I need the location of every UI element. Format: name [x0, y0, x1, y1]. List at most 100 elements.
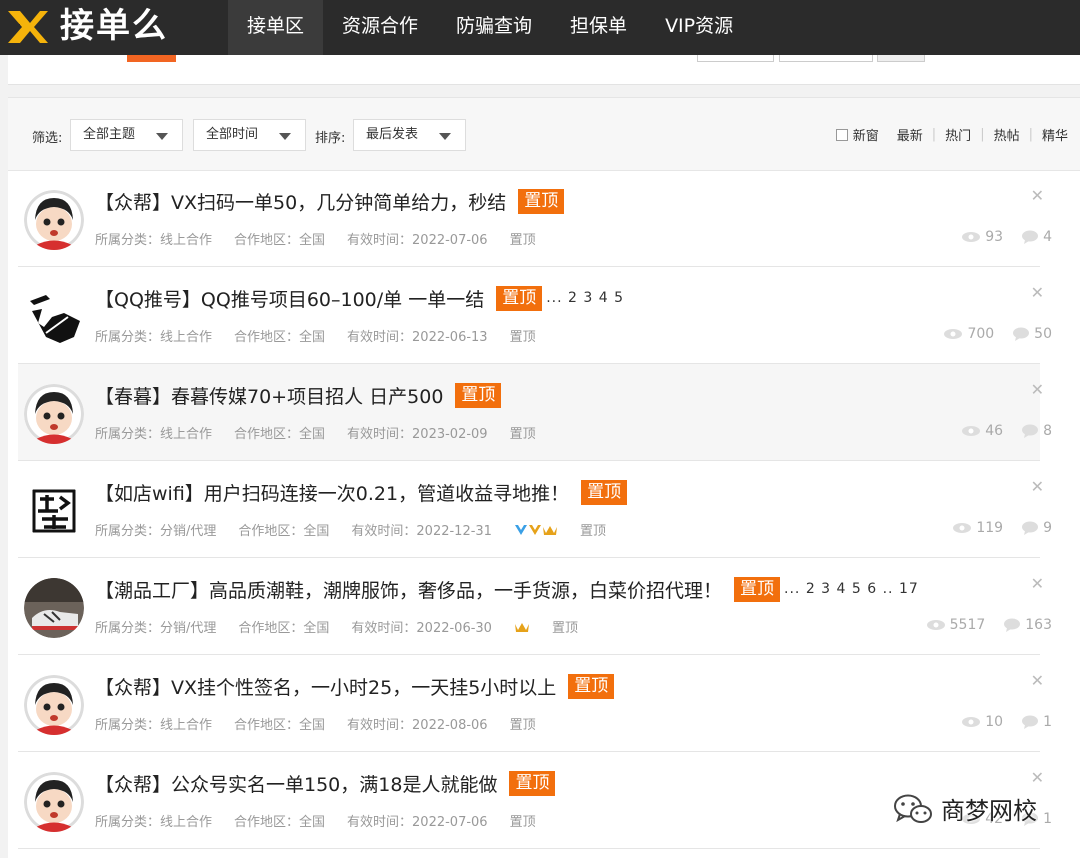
thread-title[interactable]: 【众帮】VX扫码一单50，几分钟简单给力，秒结 置顶 [95, 188, 565, 215]
reply-count: 1 [1043, 811, 1052, 827]
time-select[interactable]: 全部时间 [193, 119, 306, 151]
thread-title-text[interactable]: 【潮品工厂】高品质潮鞋，潮牌服饰，奢侈品，一手货源，白菜价招代理！ [95, 576, 722, 603]
link-hot[interactable]: 热门 [945, 125, 971, 144]
reply-count: 1 [1043, 714, 1052, 730]
nav-item-resources[interactable]: 资源合作 [323, 0, 437, 55]
thread-title[interactable]: 【众帮】VX挂个性签名，一小时25，一天挂5小时以上 置顶 [95, 673, 615, 700]
page-links[interactable]: ... 2 3 4 5 6 .. 17 [784, 581, 919, 597]
valid-time: 有效时间：2022-06-13 [347, 330, 488, 345]
table-row[interactable]: 【潮品工厂】高品质潮鞋，潮牌服饰，奢侈品，一手货源，白菜价招代理！ 置顶 ...… [18, 558, 1052, 655]
cartoon-boy-avatar[interactable] [24, 384, 84, 444]
thread-title-text[interactable]: 【众帮】VX挂个性签名，一小时25，一天挂5小时以上 [95, 673, 556, 700]
page-links[interactable]: ... 2 3 4 5 [546, 290, 624, 306]
pinned-badge: 置顶 [734, 576, 781, 602]
table-row[interactable]: 【众帮】公众号实名一单150，满18是人就能做 置顶 所属分类：线上合作 合作地… [18, 752, 1052, 849]
thread-title[interactable]: 【如店wifi】用户扫码连接一次0.21，管道收益寻地推！ 置顶 [95, 479, 628, 506]
chevron-down-icon [279, 133, 291, 140]
region: 合作地区：全国 [234, 427, 326, 442]
close-icon[interactable]: ✕ [1031, 574, 1044, 593]
cartoon-boy-avatar[interactable] [24, 675, 84, 735]
thread-title-text[interactable]: 【QQ推号】QQ推号项目60–100/单 一单一结 [95, 285, 484, 312]
sort-select[interactable]: 最后发表 [353, 119, 466, 151]
comment-icon [1004, 618, 1021, 632]
topic-select-value: 全部主题 [83, 127, 136, 142]
close-icon[interactable]: ✕ [1031, 283, 1044, 302]
valid-time: 有效时间：2022-07-06 [347, 233, 488, 248]
pinned-label: 置顶 [509, 330, 536, 345]
link-digest[interactable]: 精华 [1042, 125, 1068, 144]
new-window-label[interactable]: 新窗 [853, 125, 879, 144]
eye-icon [962, 232, 981, 242]
comment-icon [1022, 424, 1039, 438]
close-icon[interactable]: ✕ [1031, 768, 1044, 787]
close-icon[interactable]: ✕ [1031, 477, 1044, 496]
thread-stats: 5517 163 [926, 617, 1052, 633]
close-icon[interactable]: ✕ [1031, 671, 1044, 690]
region: 合作地区：全国 [234, 815, 326, 830]
nav-item-vip[interactable]: VIP资源 [646, 0, 752, 55]
link-latest[interactable]: 最新 [897, 125, 923, 144]
valid-time: 有效时间：2022-06-30 [351, 621, 492, 636]
watermark-text: 商梦网校 [941, 797, 1037, 825]
category: 所属分类：分销/代理 [95, 621, 217, 636]
comment-icon [1013, 327, 1030, 341]
ink-sketch-avatar[interactable] [24, 287, 84, 347]
view-count: 46 [985, 423, 1004, 439]
thread-title-text[interactable]: 【众帮】公众号实名一单150，满18是人就能做 [95, 770, 497, 797]
close-icon[interactable]: ✕ [1031, 186, 1044, 205]
thread-title[interactable]: 【春暮】春暮传媒70+项目招人 日产500 置顶 [95, 382, 502, 409]
table-row[interactable]: 【QQ推号】QQ推号项目60–100/单 一单一结 置顶 ... 2 3 4 5… [18, 267, 1052, 364]
thread-meta: 所属分类：分销/代理 合作地区：全国 有效时间：2022-06-30 置顶 [95, 617, 578, 636]
region: 合作地区：全国 [234, 233, 326, 248]
new-window-checkbox[interactable] [835, 128, 848, 141]
thread-stats: 700 50 [943, 326, 1052, 342]
region: 合作地区：全国 [234, 718, 326, 733]
thread-meta: 所属分类：线上合作 合作地区：全国 有效时间：2022-07-06 置顶 [95, 229, 536, 248]
cartoon-boy-avatar[interactable] [24, 190, 84, 250]
nav-item-fraud-check[interactable]: 防骗查询 [437, 0, 551, 55]
thread-title-text[interactable]: 【众帮】VX扫码一单50，几分钟简单给力，秒结 [95, 188, 506, 215]
nav-item-orders[interactable]: 接单区 [228, 0, 324, 55]
category: 所属分类：线上合作 [95, 427, 213, 442]
table-row[interactable]: 【如店wifi】用户扫码连接一次0.21，管道收益寻地推！ 置顶 所属分类：分销… [18, 461, 1052, 558]
table-row[interactable]: 【众帮】VX扫码一单50，几分钟简单给力，秒结 置顶 所属分类：线上合作 合作地… [18, 170, 1052, 267]
thread-title[interactable]: 【QQ推号】QQ推号项目60–100/单 一单一结 置顶 ... 2 3 4 5 [95, 285, 624, 311]
post-button[interactable] [127, 55, 176, 62]
link-hot-posts[interactable]: 热帖 [994, 125, 1020, 144]
thread-meta: 所属分类：线上合作 合作地区：全国 有效时间：2023-02-09 置顶 [95, 423, 536, 442]
thread-meta: 所属分类：线上合作 合作地区：全国 有效时间：2022-06-13 置顶 [95, 326, 536, 345]
thread-stats: 10 1 [961, 714, 1052, 730]
pinned-label: 置顶 [509, 718, 536, 733]
site-logo[interactable]: 接单么 [6, 6, 168, 46]
sneaker-photo-avatar[interactable] [24, 578, 84, 638]
filter-bar: 筛选: 全部主题 全部时间 排序: 最后发表 新窗 最新 | 热门 | 热帖 |… [8, 98, 1080, 171]
search-box-edge[interactable] [697, 55, 774, 62]
thread-title-text[interactable]: 【春暮】春暮传媒70+项目招人 日产500 [95, 382, 443, 409]
view-count: 93 [985, 229, 1004, 245]
thread-title[interactable]: 【众帮】公众号实名一单150，满18是人就能做 置顶 [95, 770, 556, 797]
valid-time: 有效时间：2022-07-06 [347, 815, 488, 830]
pinned-label: 置顶 [509, 427, 536, 442]
table-row[interactable]: 【春暮】春暮传媒70+项目招人 日产500 置顶 所属分类：线上合作 合作地区：… [18, 364, 1052, 461]
thread-title-text[interactable]: 【如店wifi】用户扫码连接一次0.21，管道收益寻地推！ [95, 479, 569, 506]
top-nav: 接单么 接单区 资源合作 防骗查询 担保单 VIP资源 [0, 0, 1080, 55]
calligraphy-seal-avatar[interactable] [24, 481, 84, 541]
logo-text: 接单么 [60, 6, 168, 46]
search-type-edge[interactable] [779, 55, 873, 62]
topic-select[interactable]: 全部主题 [70, 119, 183, 151]
table-row[interactable]: 【众帮】VX挂个性签名，一小时25，一天挂5小时以上 置顶 所属分类：线上合作 … [18, 655, 1052, 752]
pinned-label: 置顶 [509, 815, 536, 830]
nav-item-guarantee[interactable]: 担保单 [551, 0, 646, 55]
region: 合作地区：全国 [234, 330, 326, 345]
crown-icon [514, 622, 529, 632]
cartoon-boy-avatar[interactable] [24, 772, 84, 832]
pinned-label: 置顶 [579, 524, 606, 539]
reply-count: 50 [1034, 326, 1052, 342]
divider: | [1028, 127, 1033, 142]
thread-title[interactable]: 【潮品工厂】高品质潮鞋，潮牌服饰，奢侈品，一手货源，白菜价招代理！ 置顶 ...… [95, 576, 919, 602]
search-button-edge[interactable] [877, 55, 925, 62]
category: 所属分类：线上合作 [95, 815, 213, 830]
eye-icon [962, 426, 981, 436]
pinned-label: 置顶 [509, 233, 536, 248]
close-icon[interactable]: ✕ [1031, 380, 1044, 399]
